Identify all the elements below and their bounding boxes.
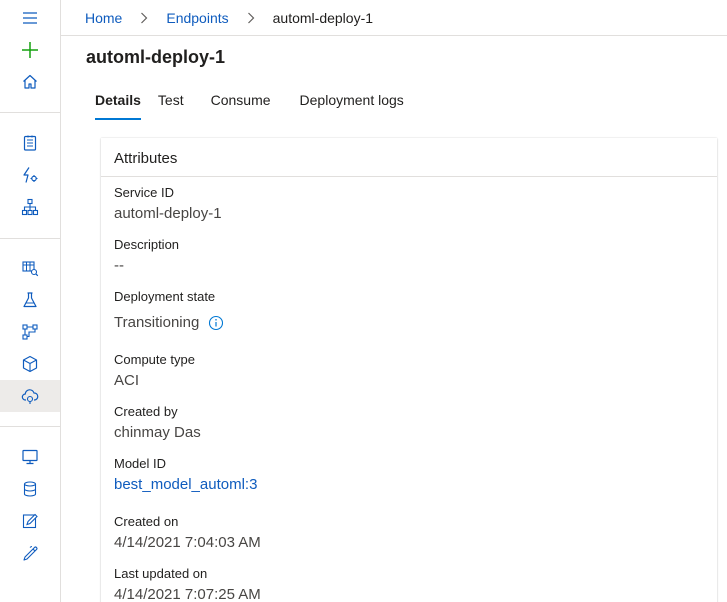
endpoints-icon[interactable]	[0, 380, 60, 412]
datasets-icon[interactable]	[0, 252, 60, 284]
attr-service-id: Service ID automl-deploy-1	[114, 184, 222, 224]
attr-last-updated-on: Last updated on 4/14/2021 7:07:25 AM	[114, 565, 261, 602]
datastores-icon[interactable]	[0, 473, 60, 505]
attr-value: Transitioning	[114, 314, 200, 331]
attr-value: chinmay Das	[114, 424, 201, 441]
attr-label: Created on	[114, 514, 179, 529]
tab-consume[interactable]: Consume	[211, 88, 271, 120]
breadcrumb-current: automl-deploy-1	[272, 9, 374, 26]
attr-value: automl-deploy-1	[114, 205, 222, 222]
home-icon[interactable]	[0, 66, 60, 98]
attr-value: 4/14/2021 7:04:03 AM	[114, 534, 261, 551]
attr-deployment-state: Deployment state Transitioning	[114, 288, 224, 333]
attr-value: 4/14/2021 7:07:25 AM	[114, 586, 261, 602]
attr-label: Deployment state	[114, 289, 216, 304]
attr-model-id: Model ID best_model_automl:3	[114, 455, 257, 495]
attr-value: ACI	[114, 372, 140, 389]
tab-deployment-logs[interactable]: Deployment logs	[300, 88, 404, 120]
hamburger-menu-icon[interactable]	[0, 2, 60, 34]
breadcrumb-home[interactable]: Home	[85, 10, 122, 26]
attr-label: Last updated on	[114, 566, 208, 581]
breadcrumb-endpoints[interactable]: Endpoints	[166, 10, 228, 26]
attr-label: Service ID	[114, 185, 174, 200]
designer-icon[interactable]	[0, 191, 60, 223]
attributes-card: Attributes Service ID automl-deploy-1 De…	[101, 138, 717, 602]
data-labeling-icon[interactable]	[0, 505, 60, 537]
automated-ml-icon[interactable]	[0, 159, 60, 191]
notebook-icon[interactable]	[0, 127, 60, 159]
info-icon[interactable]	[208, 315, 224, 331]
pipelines-icon[interactable]	[0, 316, 60, 348]
linked-services-icon[interactable]	[0, 537, 60, 569]
chevron-right-icon	[140, 12, 148, 24]
chevron-right-icon	[247, 12, 255, 24]
attributes-title: Attributes	[101, 138, 717, 177]
page-title: automl-deploy-1	[86, 47, 226, 67]
attr-description: Description --	[114, 236, 179, 276]
attr-value: --	[114, 257, 124, 274]
tab-test[interactable]: Test	[158, 88, 184, 120]
attr-label: Description	[114, 237, 180, 252]
attr-label: Created by	[114, 404, 178, 419]
left-nav-rail	[0, 0, 61, 602]
tab-details[interactable]: Details	[86, 88, 141, 120]
attr-label: Compute type	[114, 352, 195, 367]
attr-compute-type: Compute type ACI	[114, 351, 195, 391]
attr-value-row: Transitioning	[114, 313, 224, 333]
attr-created-by: Created by chinmay Das	[114, 403, 201, 443]
experiments-icon[interactable]	[0, 284, 60, 316]
attr-label: Model ID	[114, 456, 167, 471]
tab-bar: Details Test Consume Deployment logs	[86, 88, 412, 122]
breadcrumb: Home Endpoints automl-deploy-1	[61, 0, 727, 36]
attr-created-on: Created on 4/14/2021 7:04:03 AM	[114, 513, 261, 553]
models-icon[interactable]	[0, 348, 60, 380]
compute-icon[interactable]	[0, 441, 60, 473]
model-id-link[interactable]: best_model_automl:3	[114, 475, 257, 495]
plus-icon[interactable]	[0, 34, 60, 66]
